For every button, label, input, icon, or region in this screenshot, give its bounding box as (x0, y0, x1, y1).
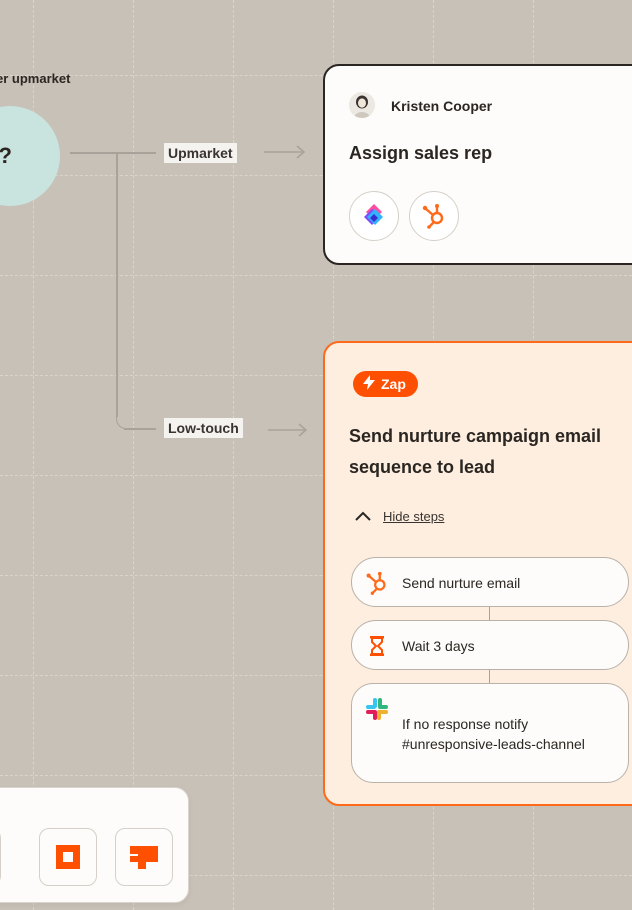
arrow-right-icon (268, 423, 308, 437)
orange-square-icon[interactable] (39, 828, 97, 886)
arrow-right-icon (264, 145, 306, 159)
branch-curve (116, 412, 132, 429)
app-tray (0, 787, 189, 903)
hide-steps-label[interactable]: Hide steps (383, 509, 444, 524)
hubspot-icon (409, 191, 459, 241)
step-label-line2: #unresponsive-leads-channel (402, 736, 585, 752)
lightning-icon (363, 375, 375, 393)
step-wait-3-days[interactable]: Wait 3 days (351, 620, 629, 670)
step-send-nurture-email[interactable]: Send nurture email (351, 557, 629, 607)
orange-partial-icon[interactable] (0, 828, 1, 886)
step-notify-slack[interactable]: If no response notify #unresponsive-lead… (351, 683, 629, 783)
step-label-line1: If no response notify (402, 716, 529, 732)
hourglass-icon (364, 633, 390, 659)
decision-question: er upmarket (0, 71, 71, 86)
zap-title-line1: Send nurture campaign email (349, 426, 602, 446)
decision-symbol: ? (0, 143, 12, 169)
avatar (349, 92, 375, 118)
hide-steps-toggle[interactable]: Hide steps (355, 509, 444, 524)
zap-card[interactable]: Zap Send nurture campaign email sequence… (323, 341, 632, 806)
assignee-name: Kristen Cooper (391, 98, 493, 114)
zap-badge-label: Zap (381, 376, 406, 392)
step-label: Send nurture email (402, 575, 521, 591)
card-title: Assign sales rep (349, 143, 493, 163)
decision-node[interactable]: ? (0, 106, 60, 206)
step-connector (489, 607, 490, 620)
branch-line-vertical (116, 152, 118, 417)
branch-label-upmarket: Upmarket (164, 143, 237, 163)
grid-line (233, 0, 234, 910)
step-connector (489, 670, 490, 683)
branch-label-low-touch: Low-touch (164, 418, 243, 438)
workflow-canvas: er upmarket ? Upmarket Low-touch Kristen… (0, 0, 632, 910)
zap-badge: Zap (353, 371, 418, 397)
hubspot-icon (364, 570, 390, 596)
chevron-up-icon (355, 509, 371, 524)
step-label: Wait 3 days (402, 638, 475, 654)
zap-title-line2: sequence to lead (349, 457, 496, 477)
multicolor-diamond-app-icon (349, 191, 399, 241)
slack-icon (364, 696, 390, 722)
assign-sales-rep-card[interactable]: Kristen Cooper Assign sales rep (323, 64, 632, 265)
grid-line (133, 0, 134, 910)
branch-line-upper (70, 152, 156, 154)
grid-line (0, 275, 632, 276)
orange-chat-icon[interactable] (115, 828, 173, 886)
